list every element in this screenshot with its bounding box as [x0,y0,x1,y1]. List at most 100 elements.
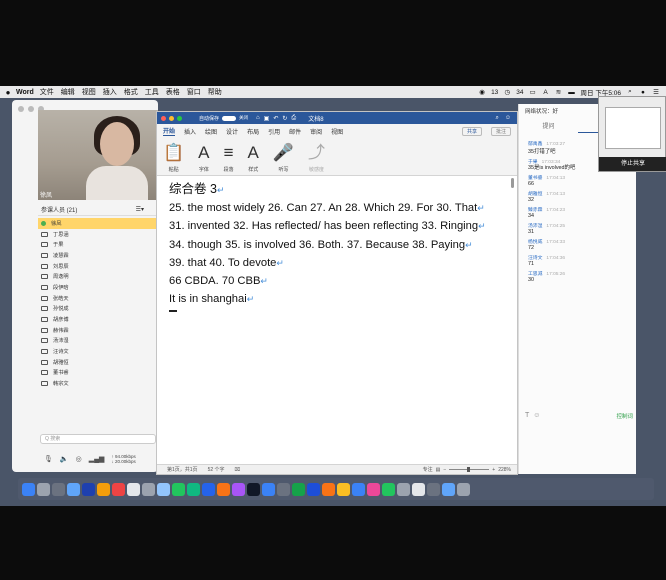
word-icon[interactable] [307,482,320,496]
podcasts-icon[interactable] [232,482,245,496]
save-icon[interactable]: ▣ [264,115,270,122]
battery-icon[interactable]: ▬ [568,89,576,96]
menu-file[interactable]: 文件 [40,87,54,97]
document-line[interactable]: 66 CBDA. 70 CBB↵ [169,272,509,290]
ribbon-group[interactable]: 📋 粘贴 [163,142,184,173]
plus-icon[interactable]: + [492,467,495,473]
autosave-toggle[interactable] [222,115,237,121]
preview-icon[interactable] [142,482,155,496]
ribbon-tab[interactable]: 开始 [163,126,176,136]
emoji-icon[interactable]: ☺ [533,412,540,420]
wifi-icon[interactable]: ≋ [555,88,563,96]
excel-icon[interactable] [292,482,305,496]
menu-view[interactable]: 视图 [82,87,96,97]
menu-table[interactable]: 表格 [166,87,180,97]
ribbon-tab[interactable]: 引用 [268,127,280,136]
chat-send-control[interactable]: 控制词 [616,412,633,420]
launchpad-icon[interactable] [37,482,50,496]
print-icon[interactable]: ⎙ [291,115,296,122]
participant-row[interactable]: 周逸明 [38,271,158,282]
ribbon-group[interactable]: A 样式 [248,142,259,173]
participant-search-input[interactable]: Q 搜索 [40,434,156,444]
zoom-slider[interactable] [449,467,490,472]
siri-icon[interactable]: ● [639,89,647,96]
participant-row[interactable]: 凌慧霖 [38,250,158,261]
close-icon[interactable] [161,115,166,121]
chrome-icon[interactable] [172,482,185,496]
chat-sender[interactable]: 汪诗文 17:04:36 [528,254,634,261]
search-icon[interactable]: ⌕ [495,115,498,122]
sensitivity-icon[interactable]: ⤴ [308,142,325,164]
participant-row[interactable]: 段伊晗 [38,282,158,293]
ribbon-tab[interactable]: 审阅 [310,127,322,136]
participant-row[interactable]: 董书睿 [38,368,158,379]
focus-label[interactable]: 专注 [423,466,433,473]
downloads-icon[interactable] [442,482,455,496]
stop-share-button[interactable]: 停止共享 [599,157,666,171]
ribbon-tab[interactable]: 视图 [331,127,343,136]
facetime-icon[interactable] [202,482,215,496]
document-line[interactable]: 综合卷 3↵ [169,180,509,199]
trash-icon[interactable] [457,482,470,496]
participant-row[interactable]: 张皓天 [38,293,158,304]
finder-icon[interactable] [22,482,35,496]
chat-sender[interactable]: 胡雅恒 17:04:13 [528,190,634,197]
screen-icon[interactable]: ▭ [529,88,537,96]
status-words[interactable]: 52 个字 [208,466,225,473]
app-icon[interactable] [262,482,275,496]
clipboard-icon[interactable]: 📋 [163,142,184,164]
ribbon-group[interactable]: 🎤 听写 [273,142,294,173]
participant-row[interactable]: 胡雅恒 [38,357,158,368]
vertical-scrollbar[interactable] [511,178,515,378]
minimize-icon[interactable] [169,115,174,121]
reminders-icon[interactable] [127,482,140,496]
ribbon-tab[interactable]: 绘图 [205,127,217,136]
app-icon[interactable] [397,482,410,496]
share-button[interactable]: 共享 [461,126,482,136]
participant-row[interactable]: 于果 [38,239,158,250]
microphone-icon[interactable]: 🎙 [44,455,53,463]
ribbon-group[interactable]: A 字体 [198,142,209,173]
ribbon-group[interactable]: ⤴ 敏感度 [308,142,325,173]
ribbon-tab[interactable]: 设计 [226,127,238,136]
dictate-icon[interactable]: 🎤 [273,142,294,164]
proofing-icon[interactable]: ⌧ [235,467,241,473]
document-line[interactable]: 25. the most widely 26. Can 27. An 28. W… [169,199,509,217]
document-line[interactable]: 34. though 35. is involved 36. Both. 37.… [169,236,509,254]
chat-sender[interactable]: 臻赤霖 17:04:23 [528,206,634,213]
font-icon[interactable]: A [198,142,209,164]
status-page[interactable]: 第1页，共1页 [167,466,198,473]
wechat-icon[interactable]: ◉ [478,88,486,96]
participant-row[interactable]: 汪诗文 [38,346,158,357]
menu-tools[interactable]: 工具 [145,87,159,97]
participant-row[interactable]: 胡彦博 [38,314,158,325]
menu-edit[interactable]: 编辑 [61,87,75,97]
chat-sender[interactable]: 工思减 17:05:26 [528,270,634,277]
document-line[interactable]: 39. that 40. To devote↵ [169,254,509,272]
speaker-icon[interactable]: 🔈 [60,455,69,463]
close-icon[interactable] [18,106,24,112]
participant-row[interactable]: 赫伟霖 [38,325,158,336]
document-line[interactable]: 31. invented 32. Has reflected/ has been… [169,217,509,235]
ribbon-tab[interactable]: 插入 [184,127,196,136]
list-icon[interactable]: ☰ [652,88,660,96]
text-format-icon[interactable]: T [525,412,529,420]
calendar-icon[interactable] [112,482,125,496]
participant-row[interactable]: 丁思涵 [38,229,158,240]
tab-questions[interactable]: 提问 [519,122,578,133]
ribbon-tab[interactable]: 邮件 [289,127,301,136]
document-line[interactable]: It is in shanghai↵ [169,290,509,308]
document-text[interactable]: 综合卷 3↵ 25. the most widely 26. Can 27. An… [169,180,509,308]
participant-row[interactable]: 汤沛湿 [38,336,158,347]
powerpoint-icon[interactable] [337,482,350,496]
ribbon-group[interactable]: ≡ 段落 [224,142,234,173]
app-icon[interactable] [382,482,395,496]
document-area[interactable]: 综合卷 3↵ 25. the most widely 26. Can 27. An… [157,176,517,466]
participant-row[interactable]: 韩宗文 [38,378,158,389]
settings-icon[interactable] [277,482,290,496]
styles-icon[interactable]: A [248,142,259,164]
pages-icon[interactable] [217,482,230,496]
participant-row[interactable]: 徐凤 [38,218,158,229]
meeting-icon[interactable] [352,482,365,496]
participant-row[interactable]: 刘思辰 [38,261,158,272]
